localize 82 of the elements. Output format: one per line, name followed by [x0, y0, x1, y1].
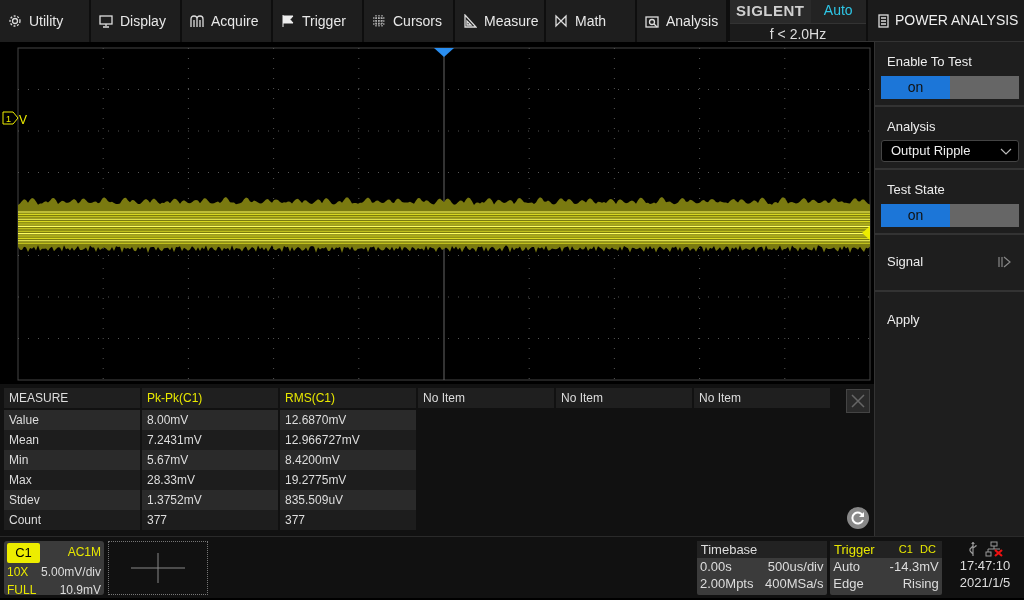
- usb-icon: [966, 541, 979, 557]
- trigger-position-marker[interactable]: [434, 48, 454, 57]
- math-icon: [554, 14, 568, 28]
- monitor-icon: [99, 14, 113, 28]
- column-header: RMS(C1): [280, 388, 416, 408]
- panel-title: POWER ANALYSIS: [895, 11, 1019, 30]
- close-icon: [850, 393, 866, 409]
- menu-button[interactable]: Acquire: [182, 0, 273, 42]
- probe-ratio: 10X: [7, 563, 29, 581]
- setting-label: Test State: [886, 181, 946, 199]
- column-header: No Item: [556, 388, 692, 408]
- trigger-level: -14.3mV: [889, 558, 939, 575]
- row-label: Mean: [4, 430, 140, 450]
- trigger-panel[interactable]: Trigger C1 DC Auto -14.3mV Edge Rising: [830, 541, 942, 595]
- column-header: No Item: [694, 388, 830, 408]
- trigger-mode: Auto: [833, 558, 860, 575]
- frequency-readout: f < 2.0Hz: [730, 22, 866, 44]
- trigger-title: Trigger: [834, 541, 875, 558]
- timebase-panel[interactable]: Timebase 0.00s 500us/div 2.00Mpts 400MSa/s: [696, 541, 827, 595]
- toggle-switch[interactable]: on: [881, 203, 1019, 227]
- coupling-label: AC1M: [67, 544, 101, 561]
- table-cell: 12.966727mV: [280, 430, 416, 450]
- flag-icon: [281, 14, 295, 28]
- table-cell: 7.2431mV: [142, 430, 278, 450]
- clock-date: 2021/1/5: [958, 574, 1012, 591]
- table-cell: 1.3752mV: [142, 490, 278, 510]
- menu-button[interactable]: Cursors: [364, 0, 455, 42]
- column-header: No Item: [418, 388, 554, 408]
- clock-time: 17:47:10: [958, 557, 1012, 574]
- trigger-slope: Rising: [902, 575, 939, 592]
- horizontal-scale: 500us/div: [767, 558, 824, 575]
- trigger-level-marker[interactable]: [862, 226, 870, 240]
- menu-button[interactable]: Trigger: [273, 0, 364, 42]
- memory-depth: 2.00Mpts: [700, 575, 754, 592]
- channel-name: C1: [7, 543, 40, 563]
- vertical-scale: 5.00mV/div: [40, 563, 101, 581]
- table-cell: 377: [280, 510, 416, 530]
- clipboard-icon: [878, 13, 889, 28]
- table-cell: 28.33mV: [142, 470, 278, 490]
- row-label: Count: [4, 510, 140, 530]
- trigger-type: Edge: [833, 575, 864, 592]
- menu-button[interactable]: Display: [91, 0, 182, 42]
- menu-button[interactable]: Measure: [455, 0, 546, 42]
- column-header: MEASURE: [4, 388, 140, 408]
- dropdown[interactable]: Output Ripple: [881, 140, 1019, 162]
- sample-rate: 400MSa/s: [764, 575, 824, 592]
- gear-icon: [8, 14, 22, 28]
- toggle-switch[interactable]: on: [881, 75, 1019, 99]
- timebase-title: Timebase: [696, 541, 827, 558]
- setting-label: Analysis: [886, 117, 937, 136]
- table-cell: 8.00mV: [142, 410, 278, 430]
- plus-icon: [131, 553, 185, 583]
- submenu-arrow-icon: [998, 256, 1012, 268]
- row-label: Min: [4, 450, 140, 470]
- row-label: Stdev: [4, 490, 140, 510]
- refresh-button[interactable]: [846, 506, 870, 530]
- empty-channel-slot[interactable]: [108, 541, 208, 595]
- menu-button[interactable]: Analysis: [637, 0, 728, 42]
- brand-logo: SIGLENT: [730, 0, 811, 23]
- magnifier-icon: [645, 14, 659, 28]
- table-cell: 835.509uV: [280, 490, 416, 510]
- column-header: Pk-Pk(C1): [142, 388, 278, 408]
- setting-label: Enable To Test: [886, 53, 973, 71]
- table-cell: 377: [142, 510, 278, 530]
- table-cell: 19.2775mV: [280, 470, 416, 490]
- close-button[interactable]: [846, 389, 870, 413]
- channel-info-panel[interactable]: C1 AC1M 10X 5.00mV/div FULL 10.9mV: [4, 541, 104, 595]
- refresh-icon: [846, 506, 870, 530]
- channel-number: 1: [6, 114, 11, 124]
- horizontal-delay: 0.00s: [700, 558, 732, 575]
- table-cell: 5.67mV: [142, 450, 278, 470]
- network-disconnected-icon: [985, 541, 1004, 557]
- channel-marker[interactable]: 1: [2, 111, 19, 125]
- channel-unit-label: V: [19, 113, 27, 127]
- menu-button[interactable]: Utility: [0, 0, 91, 42]
- table-cell: 12.6870mV: [280, 410, 416, 430]
- row-label: Value: [4, 410, 140, 430]
- table-cell: 8.4200mV: [280, 450, 416, 470]
- row-label: Max: [4, 470, 140, 490]
- chevron-down-icon: [1000, 147, 1012, 155]
- menu-button[interactable]: Math: [546, 0, 637, 42]
- trigger-mode-label: Auto: [810, 0, 866, 23]
